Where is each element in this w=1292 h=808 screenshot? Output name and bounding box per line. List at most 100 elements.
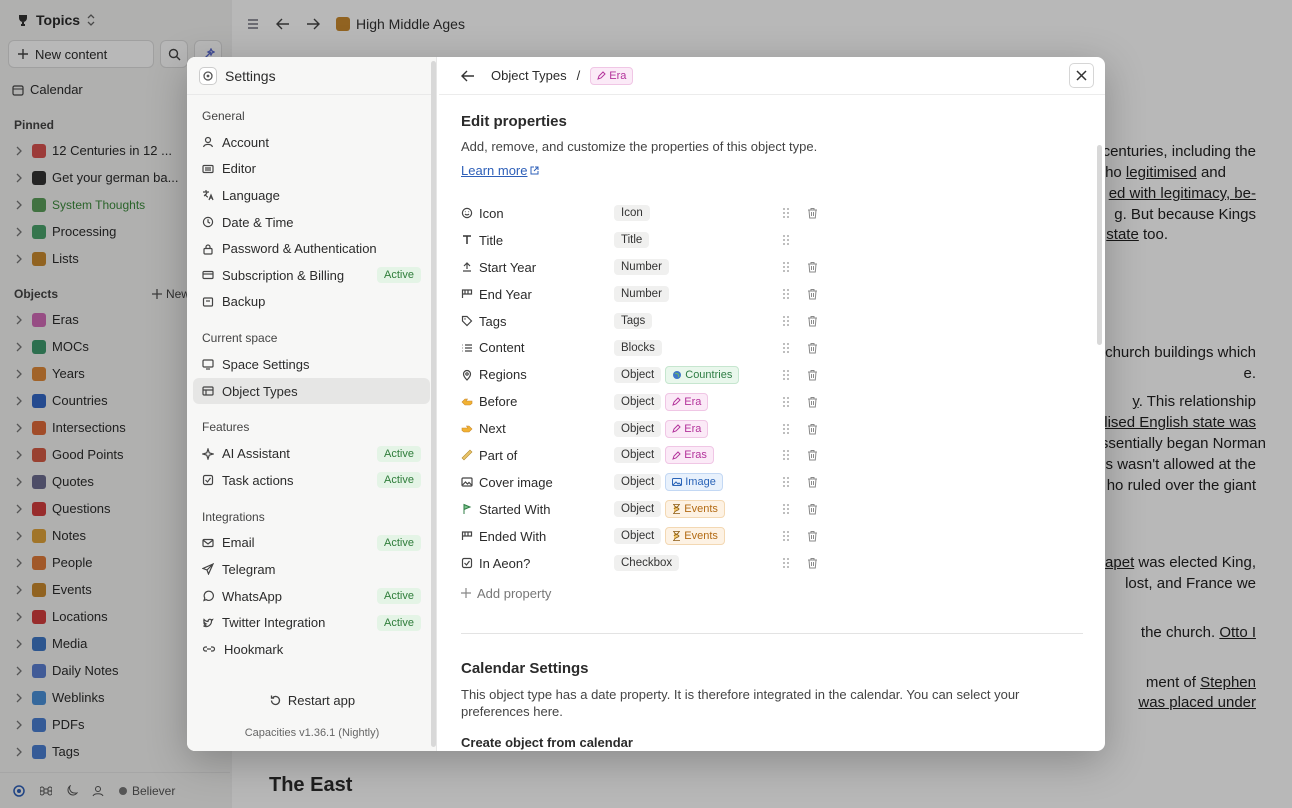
trash-icon[interactable] [800,530,824,542]
trash-icon[interactable] [800,342,824,354]
property-type[interactable]: Number [614,286,772,303]
property-row[interactable]: Icon Icon [461,200,1083,227]
settings-nav-language[interactable]: Language [193,182,430,209]
trash-icon[interactable] [800,503,824,515]
drag-handle-icon[interactable] [772,423,800,435]
object-type-chip[interactable]: Events [665,500,725,519]
property-type-chip[interactable]: Object [614,420,662,437]
trash-icon[interactable] [800,476,824,488]
property-row[interactable]: Ended With Object Events [461,523,1083,550]
property-type-chip[interactable]: Object [614,528,662,545]
object-type-chip[interactable]: Events [665,527,725,546]
drag-handle-icon[interactable] [772,476,800,488]
object-type-chip[interactable]: Image [665,473,723,492]
property-row[interactable]: End Year Number [461,281,1083,308]
property-type-chip[interactable]: Blocks [614,339,662,356]
property-type[interactable]: Icon [614,205,772,222]
restart-app-button[interactable]: Restart app [187,693,437,708]
trash-icon[interactable] [800,369,824,381]
settings-nav-whatsapp[interactable]: WhatsApp Active [193,583,430,610]
object-type-chip[interactable]: Countries [665,365,740,384]
add-property-button[interactable]: Add property [461,583,1083,603]
property-type-chip[interactable]: Object [614,474,662,491]
property-type-chip[interactable]: Number [614,286,669,303]
property-row[interactable]: Before Object Era [461,388,1083,415]
settings-nav-ai-assistant[interactable]: AI Assistant Active [193,440,430,467]
trash-icon[interactable] [800,396,824,408]
drag-handle-icon[interactable] [772,261,800,273]
drag-handle-icon[interactable] [772,288,800,300]
drag-handle-icon[interactable] [772,369,800,381]
trash-icon[interactable] [800,423,824,435]
drag-handle-icon[interactable] [772,503,800,515]
drag-handle-icon[interactable] [772,557,800,569]
property-row[interactable]: Next Object Era [461,415,1083,442]
settings-nav-date-time[interactable]: Date & Time [193,209,430,236]
property-type-chip[interactable]: Object [614,393,662,410]
property-type[interactable]: Object Eras [614,446,772,465]
property-row[interactable]: Started With Object Events [461,496,1083,523]
property-type[interactable]: Blocks [614,339,772,356]
object-type-chip[interactable]: Era [665,419,709,438]
drag-handle-icon[interactable] [772,342,800,354]
property-type[interactable]: Object Events [614,500,772,519]
object-type-chip[interactable]: Eras [665,446,714,465]
settings-nav-hookmark[interactable]: Hookmark [193,636,430,663]
trash-icon[interactable] [800,449,824,461]
trash-icon[interactable] [800,315,824,327]
close-button[interactable] [1069,63,1094,88]
settings-nav-task-actions[interactable]: Task actions Active [193,467,430,494]
settings-nav-editor[interactable]: Editor [193,156,430,183]
property-row[interactable]: Tags Tags [461,308,1083,335]
settings-nav-email[interactable]: Email Active [193,530,430,557]
settings-nav-telegram[interactable]: Telegram [193,556,430,583]
property-type-chip[interactable]: Object [614,447,662,464]
property-type-chip[interactable]: Tags [614,313,653,329]
drag-handle-icon[interactable] [772,530,800,542]
nav-scrollbar[interactable] [431,61,436,747]
settings-nav-account[interactable]: Account [193,129,430,156]
property-type[interactable]: Object Era [614,392,772,411]
property-row[interactable]: Cover image Object Image [461,469,1083,496]
settings-nav-space-settings[interactable]: Space Settings [193,351,430,378]
property-type[interactable]: Checkbox [614,555,772,572]
property-type-chip[interactable]: Title [614,232,650,249]
property-row[interactable]: In Aeon? Checkbox [461,550,1083,577]
object-type-chip[interactable]: Era [665,392,709,411]
drag-handle-icon[interactable] [772,449,800,461]
property-type[interactable]: Title [614,232,772,249]
property-type[interactable]: Object Countries [614,365,772,384]
trash-icon[interactable] [800,261,824,273]
property-type[interactable]: Object Image [614,473,772,492]
settings-nav-password-authentication[interactable]: Password & Authentication [193,235,430,262]
property-type[interactable]: Object Events [614,527,772,546]
drag-handle-icon[interactable] [772,234,800,246]
settings-nav-object-types[interactable]: Object Types [193,377,430,405]
property-type[interactable]: Number [614,259,772,276]
learn-more-link[interactable]: Learn more [461,163,539,178]
property-row[interactable]: Start Year Number [461,254,1083,281]
drag-handle-icon[interactable] [772,396,800,408]
drag-handle-icon[interactable] [772,315,800,327]
property-type[interactable]: Tags [614,313,772,329]
trash-icon[interactable] [800,557,824,569]
content-scrollbar[interactable] [1097,145,1102,345]
drag-handle-icon[interactable] [772,207,800,219]
property-type-chip[interactable]: Object [614,501,662,518]
breadcrumb-object-types[interactable]: Object Types [491,68,567,83]
trash-icon[interactable] [800,207,824,219]
property-row[interactable]: Content Blocks [461,334,1083,361]
back-arrow-icon[interactable] [461,70,475,82]
settings-nav-twitter-integration[interactable]: Twitter Integration Active [193,609,430,636]
property-type-chip[interactable]: Icon [614,205,650,222]
property-type[interactable]: Object Era [614,419,772,438]
property-row[interactable]: Part of Object Eras [461,442,1083,469]
trash-icon[interactable] [800,288,824,300]
property-row[interactable]: Title Title [461,227,1083,254]
settings-nav-backup[interactable]: Backup [193,289,430,316]
settings-nav-subscription-billing[interactable]: Subscription & Billing Active [193,262,430,289]
property-type-chip[interactable]: Object [614,366,662,383]
property-type-chip[interactable]: Checkbox [614,555,680,572]
property-type-chip[interactable]: Number [614,259,669,276]
property-row[interactable]: Regions Object Countries [461,361,1083,388]
